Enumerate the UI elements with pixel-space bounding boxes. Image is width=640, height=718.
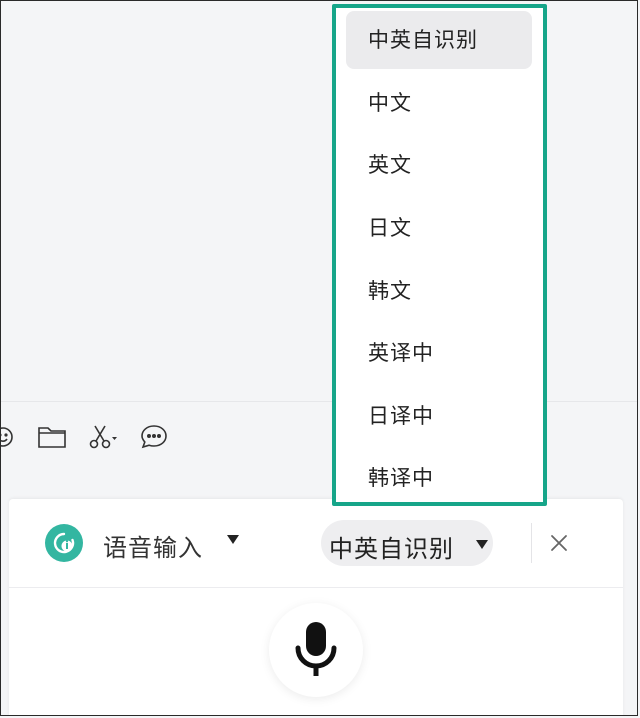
language-option-english-to-chinese[interactable]: 英译中: [346, 324, 532, 382]
close-button[interactable]: [547, 531, 571, 555]
language-option-english[interactable]: 英文: [346, 136, 532, 194]
scissors-icon[interactable]: [87, 423, 121, 451]
language-option-auto[interactable]: 中英自识别: [346, 11, 532, 69]
voice-input-title[interactable]: 语音输入: [103, 528, 203, 563]
language-dropdown: 中英自识别 中文 英文 日文 韩文 英译中 日译中 韩译中: [332, 4, 547, 506]
language-option-korean[interactable]: 韩文: [346, 262, 532, 320]
microphone-button[interactable]: [269, 603, 363, 697]
emoji-icon[interactable]: [1, 423, 15, 451]
caret-down-icon: [476, 540, 488, 549]
language-select[interactable]: 中英自识别: [321, 520, 493, 566]
language-select-label: 中英自识别: [329, 535, 454, 563]
voice-logo-icon: [45, 524, 83, 562]
folder-icon[interactable]: [37, 423, 67, 451]
microphone-icon: [295, 622, 337, 676]
language-option-korean-to-chinese[interactable]: 韩译中: [346, 449, 532, 507]
chat-bubble-icon[interactable]: [139, 423, 169, 451]
close-icon: [551, 535, 567, 551]
language-option-chinese[interactable]: 中文: [346, 74, 532, 132]
language-option-japanese-to-chinese[interactable]: 日译中: [346, 387, 532, 445]
caret-down-icon[interactable]: [227, 535, 239, 544]
header-separator: [531, 523, 532, 563]
language-option-japanese[interactable]: 日文: [346, 199, 532, 257]
app-window: 语音输入 中英自识别 中英自识别 中文 英文 日文 韩文 英译中 日译中 韩译中: [0, 0, 638, 716]
voice-input-header: 语音输入 中英自识别: [9, 499, 623, 587]
voice-input-panel: 语音输入 中英自识别: [9, 499, 623, 715]
header-divider: [9, 587, 623, 588]
